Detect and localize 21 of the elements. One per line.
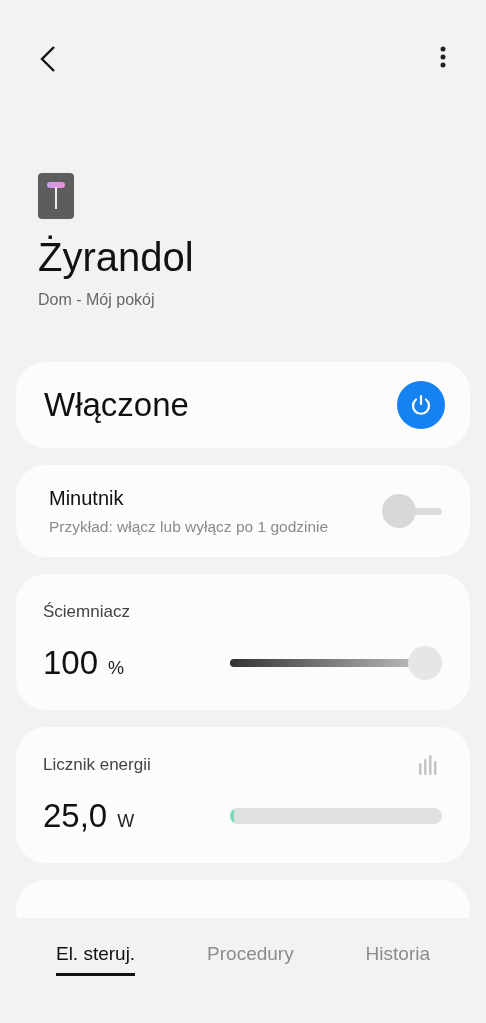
timer-title: Minutnik — [49, 486, 125, 510]
timer-hint: Przykład: włącz lub wyłącz po 1 godzinie — [49, 517, 329, 536]
power-icon — [409, 393, 433, 417]
energy-value: 25,0 — [43, 797, 108, 835]
dimmer-slider[interactable] — [230, 646, 442, 680]
dimmer-value: 100 — [43, 644, 99, 682]
device-location: Dom - Mój pokój — [38, 291, 155, 310]
timer-switch[interactable] — [382, 494, 442, 528]
energy-title: Licznik energii — [43, 755, 151, 775]
device-name: Żyrandol — [38, 234, 194, 282]
tab[interactable]: Procedury — [207, 943, 294, 976]
power-status: Włączone — [44, 386, 189, 424]
more-icon[interactable] — [440, 46, 446, 68]
power-button[interactable] — [397, 381, 445, 429]
dimmer-unit: % — [108, 658, 125, 679]
tab[interactable]: El. steruj. — [55, 943, 136, 976]
dimmer-title: Ściemniacz — [43, 602, 130, 621]
energy-unit: W — [117, 811, 135, 832]
back-icon[interactable] — [40, 46, 56, 72]
lamp-icon — [38, 173, 74, 220]
tab[interactable]: Historia — [365, 943, 430, 976]
